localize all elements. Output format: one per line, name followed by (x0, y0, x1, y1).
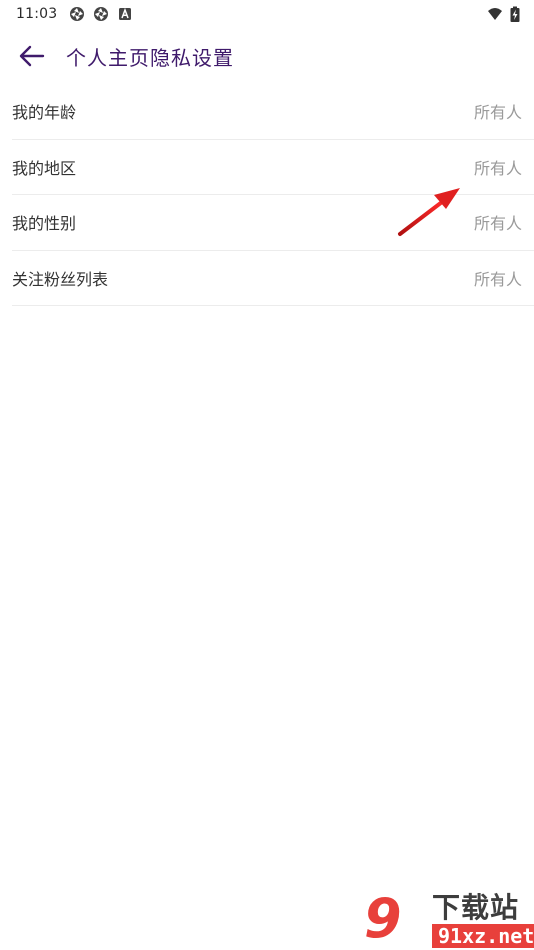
watermark-title: 下载站 (432, 891, 520, 924)
watermark-domain: 91xz.net (432, 924, 534, 948)
app-notification-icon (70, 7, 85, 21)
setting-value[interactable]: 所有人 (474, 266, 522, 290)
back-button[interactable] (12, 36, 52, 76)
setting-value[interactable]: 所有人 (474, 99, 522, 123)
setting-label: 我的性别 (12, 214, 77, 234)
watermark: 9 下载站 91xz.net (362, 888, 534, 950)
status-icons-right (486, 6, 520, 23)
setting-value[interactable]: 所有人 (474, 155, 522, 179)
status-bar: 11:03 (0, 0, 534, 28)
status-time: 11:03 (16, 6, 58, 22)
setting-label: 我的地区 (12, 158, 77, 178)
app-bar: 个人主页隐私设置 (0, 28, 534, 84)
status-icons-left (69, 6, 133, 22)
wifi-icon (488, 8, 502, 20)
setting-label: 我的年龄 (12, 103, 77, 123)
setting-value[interactable]: 所有人 (474, 210, 522, 234)
setting-row-age[interactable]: 我的年龄 所有人 (12, 84, 534, 140)
page-title: 个人主页隐私设置 (66, 45, 234, 70)
battery-charging-icon (510, 6, 520, 22)
watermark-logo: 9 (364, 887, 402, 950)
screen: 11:03 个人主页隐私设置 我的年龄 所有人 我的地区 所有人 我的性别 所有… (0, 0, 534, 950)
setting-row-follow-list[interactable]: 关注粉丝列表 所有人 (12, 251, 534, 306)
setting-label: 关注粉丝列表 (12, 269, 109, 289)
red-arrow-icon (398, 188, 460, 236)
keyboard-a-icon (119, 7, 132, 20)
app-notification-icon (94, 7, 109, 21)
arrow-left-icon (19, 45, 45, 67)
